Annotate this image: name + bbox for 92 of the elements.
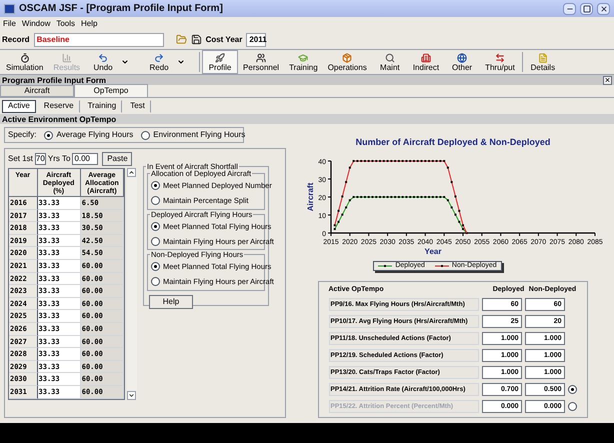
- toolbar-button[interactable]: Undo: [85, 50, 122, 74]
- sub-tab[interactable]: Training: [82, 100, 122, 112]
- x-axis-title: Year: [424, 247, 441, 256]
- data-point: [454, 214, 456, 216]
- toolbar-button[interactable]: Profile: [202, 50, 238, 74]
- menu-item[interactable]: Tools: [56, 18, 76, 30]
- globe-icon: [457, 52, 468, 62]
- scroll-down-icon[interactable]: [127, 390, 136, 400]
- sub-tab[interactable]: Test: [124, 100, 151, 112]
- radio-button[interactable]: [151, 222, 160, 231]
- document-icon: [538, 52, 548, 62]
- data-point: [344, 181, 347, 184]
- form-close-button[interactable]: ×: [603, 76, 612, 84]
- radio-button[interactable]: [151, 277, 160, 286]
- paste-button[interactable]: Paste: [102, 152, 132, 166]
- toolbar-button[interactable]: Other: [444, 50, 480, 74]
- close-button[interactable]: [597, 2, 610, 14]
- cost-year-field[interactable]: 2011: [246, 32, 266, 46]
- radio-label: Environment Flying Hours: [153, 129, 246, 141]
- yrs-to-label: Yrs To: [48, 153, 70, 165]
- sub-tab[interactable]: Active: [2, 100, 36, 112]
- scroll-up-icon[interactable]: [127, 168, 136, 177]
- scrollbar[interactable]: [127, 168, 137, 400]
- help-button[interactable]: Help: [149, 294, 193, 308]
- radio-button[interactable]: [151, 262, 160, 272]
- data-point: [337, 220, 340, 223]
- magnifier-icon: [384, 52, 395, 62]
- toolbar-button[interactable]: Maint: [372, 50, 408, 74]
- tab[interactable]: Aircraft: [0, 85, 74, 97]
- data-point: [340, 214, 343, 216]
- menu-item[interactable]: File: [3, 18, 16, 30]
- graduation-cap-icon: [298, 52, 308, 62]
- data-point: [333, 224, 336, 226]
- data-point: [344, 206, 347, 208]
- toolbar-button[interactable]: Thru/put: [480, 50, 520, 74]
- value-field[interactable]: 0.00: [72, 153, 98, 165]
- building-icon: [420, 52, 431, 62]
- set-label: Set 1st: [8, 153, 33, 165]
- toolbar-button[interactable]: Training: [284, 50, 323, 74]
- section-title: Active Environment OpTempo: [2, 114, 116, 124]
- tab[interactable]: OpTempo: [74, 84, 148, 97]
- data-point: [450, 206, 452, 208]
- close-icon: [600, 4, 608, 12]
- data-point: [454, 195, 456, 198]
- data-point: [446, 166, 448, 169]
- open-icon[interactable]: [176, 34, 187, 45]
- arrows-icon: [494, 52, 505, 62]
- radio-button[interactable]: [141, 130, 150, 140]
- data-point: [337, 210, 340, 212]
- radio-label: Average Flying Hours: [56, 129, 134, 141]
- specify-label: Specify:: [8, 129, 36, 141]
- data-point: [348, 166, 350, 169]
- redo-icon: [154, 52, 164, 62]
- sub-tab[interactable]: Reserve: [38, 100, 80, 112]
- chart-title: Number of Aircraft Deployed & Non-Deployed: [355, 137, 550, 147]
- data-point: [340, 195, 343, 198]
- radio-button[interactable]: [151, 181, 160, 190]
- undo-icon: [98, 52, 108, 62]
- data-point: [348, 199, 350, 202]
- radio-button[interactable]: [568, 385, 576, 394]
- toolbar-button[interactable]: Details: [524, 50, 561, 74]
- menu-item[interactable]: Help: [81, 18, 98, 30]
- data-point: [458, 220, 460, 223]
- save-icon[interactable]: [190, 34, 202, 45]
- people-icon: [256, 52, 266, 62]
- cost-year-label: Cost Year: [206, 34, 242, 46]
- data-point: [458, 210, 460, 212]
- toolbar-button[interactable]: Redo: [141, 50, 178, 74]
- form-title: Program Profile Input Form: [2, 76, 108, 84]
- data-point: [450, 181, 452, 184]
- maximize-icon: [582, 4, 590, 12]
- package-icon: [342, 52, 352, 62]
- record-field[interactable]: Baseline: [34, 32, 164, 46]
- toolbar-button[interactable]: Indirect: [408, 50, 444, 74]
- menu-item[interactable]: Window: [22, 18, 50, 30]
- maximize-button[interactable]: [580, 2, 593, 14]
- record-label: Record: [2, 34, 30, 46]
- toolbar-button[interactable]: Simulation: [1, 50, 48, 74]
- radio-button[interactable]: [44, 130, 54, 140]
- minimize-button[interactable]: [563, 2, 576, 14]
- rocket-icon: [215, 52, 226, 62]
- y-axis-title: Aircraft: [306, 182, 314, 212]
- app-icon: [4, 4, 15, 14]
- timer-icon: [20, 52, 30, 62]
- toolbar-button[interactable]: Personnel: [238, 50, 284, 74]
- radio-button[interactable]: [151, 196, 160, 206]
- bar-chart-icon: [62, 52, 72, 62]
- toolbar-button[interactable]: Operations: [322, 50, 372, 74]
- radio-button[interactable]: [151, 236, 160, 246]
- window-title: OSCAM JSF - [Program Profile Input Form]: [19, 2, 223, 16]
- data-point: [333, 228, 336, 230]
- years-field[interactable]: 70: [34, 153, 46, 165]
